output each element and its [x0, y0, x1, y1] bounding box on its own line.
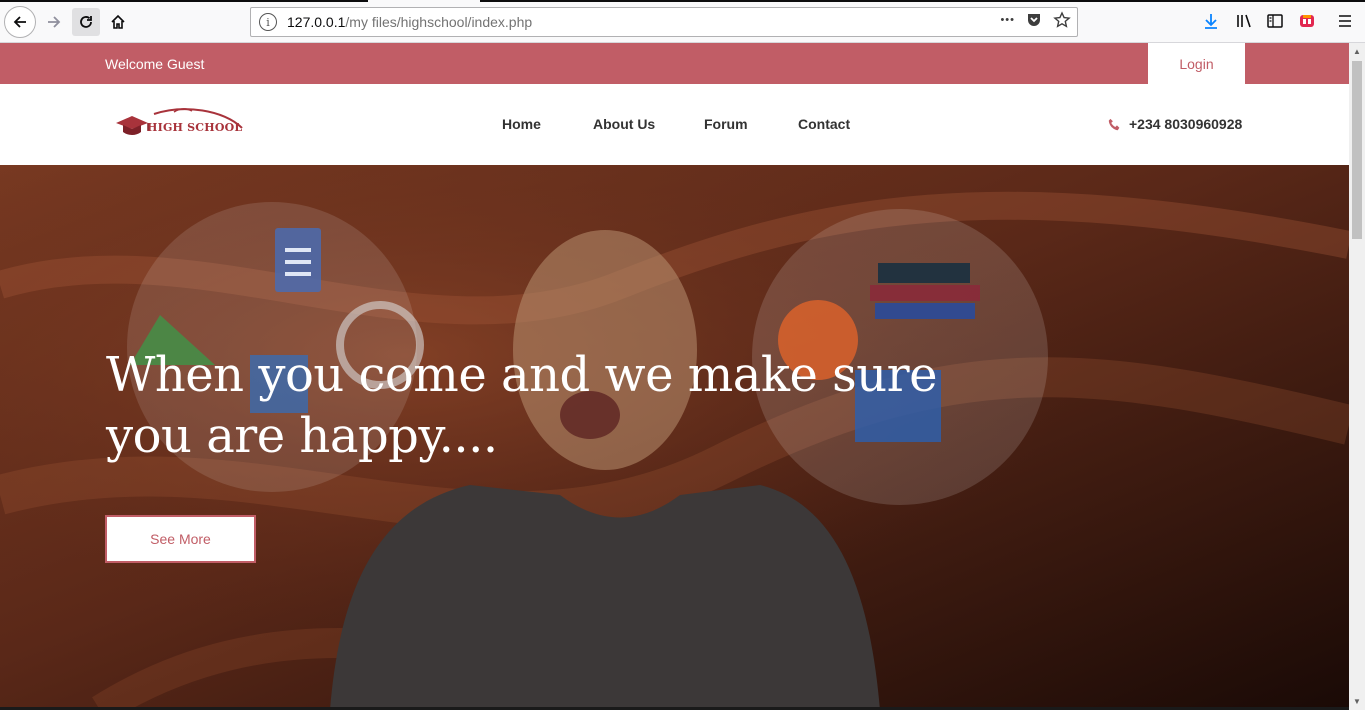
reload-button[interactable]	[72, 8, 100, 36]
scrollbar-thumb[interactable]	[1352, 61, 1362, 239]
phone-contact: +234 8030960928	[1108, 116, 1242, 132]
library-icon	[1237, 14, 1251, 28]
phone-number: +234 8030960928	[1129, 116, 1243, 132]
login-link[interactable]: Login	[1148, 43, 1245, 84]
arrow-left-icon	[13, 16, 26, 28]
tab-strip	[0, 0, 1365, 2]
home-button[interactable]	[104, 8, 132, 36]
menu-button[interactable]	[1334, 10, 1356, 32]
nav-home[interactable]: Home	[502, 116, 541, 132]
download-icon	[1205, 14, 1217, 29]
phone-icon	[1108, 118, 1120, 130]
pocket-icon[interactable]	[1025, 11, 1043, 29]
sidebar-icon	[1267, 14, 1283, 28]
hero-title-line2: you are happy....	[106, 408, 498, 464]
web-page: Welcome Guest Login HIGH SCHOOL Home Abo…	[0, 43, 1349, 710]
scroll-down-icon[interactable]: ▼	[1353, 697, 1361, 706]
logo-text: HIGH SCHOOL	[147, 121, 243, 134]
nav-about-us[interactable]: About Us	[593, 116, 655, 132]
top-bar: Welcome Guest Login	[0, 43, 1349, 84]
nav-forum[interactable]: Forum	[704, 116, 748, 132]
url-path: /my files/highschool/index.php	[345, 14, 533, 30]
sidebar-button[interactable]	[1264, 10, 1286, 32]
extension-icon	[1300, 15, 1314, 27]
url-text: 127.0.0.1/my files/highschool/index.php	[287, 14, 532, 30]
library-button[interactable]	[1233, 10, 1255, 32]
arrow-right-icon	[48, 16, 61, 28]
downloads-button[interactable]	[1200, 10, 1222, 32]
welcome-text: Welcome Guest	[105, 56, 205, 72]
site-header: HIGH SCHOOL Home About Us Forum Contact …	[0, 84, 1349, 165]
browser-toolbar: i 127.0.0.1/my files/highschool/index.ph…	[0, 0, 1365, 43]
forward-button[interactable]	[40, 8, 68, 36]
nav-contact[interactable]: Contact	[798, 116, 850, 132]
hero-title-line1: When you come and we make sure	[106, 347, 938, 403]
url-bar[interactable]: i 127.0.0.1/my files/highschool/index.ph…	[250, 7, 1078, 37]
reload-icon	[80, 16, 92, 28]
home-icon	[111, 14, 125, 29]
url-actions: •••	[1000, 11, 1071, 29]
hero-banner: When you come and we make sure you are ha…	[0, 165, 1349, 710]
see-more-button[interactable]: See More	[105, 515, 256, 563]
bookmark-star-icon[interactable]	[1053, 11, 1071, 29]
back-button[interactable]	[4, 6, 36, 38]
site-info-icon[interactable]: i	[259, 13, 277, 31]
url-host: 127.0.0.1	[287, 14, 346, 30]
hamburger-icon	[1339, 15, 1351, 27]
hero-title: When you come and we make sure you are ha…	[106, 345, 1006, 467]
vertical-scrollbar[interactable]: ▲ ▼	[1349, 43, 1365, 710]
scroll-up-icon[interactable]: ▲	[1353, 47, 1361, 56]
extension-button[interactable]	[1296, 10, 1318, 32]
active-tab-indicator	[368, 0, 480, 2]
page-actions-icon[interactable]: •••	[1000, 14, 1015, 26]
site-logo[interactable]: HIGH SCHOOL	[114, 106, 246, 140]
